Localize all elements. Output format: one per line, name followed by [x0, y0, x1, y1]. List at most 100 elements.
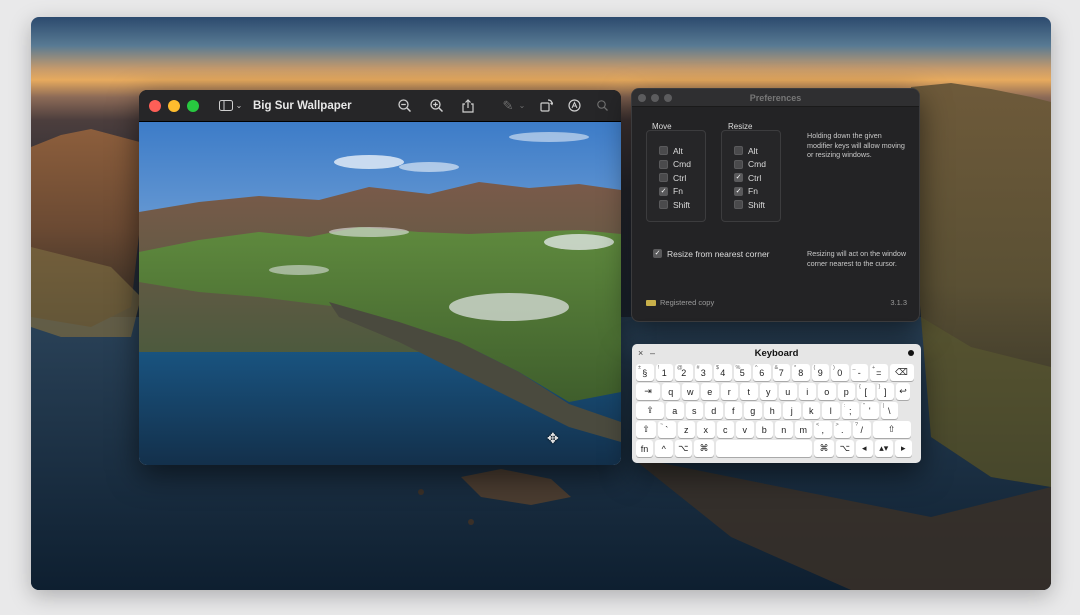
search-icon[interactable] [593, 97, 611, 115]
keyboard-key[interactable]: 0) [831, 364, 849, 381]
keyboard-key[interactable]: a [666, 402, 684, 419]
keyboard-titlebar[interactable]: × – Keyboard [632, 344, 921, 362]
keyboard-key[interactable]: ^ [655, 440, 673, 457]
keyboard-key[interactable]: 6 ^ [753, 364, 771, 381]
resize-option-cmd[interactable]: Cmd [734, 158, 780, 172]
keyboard-key[interactable]: - _ [850, 364, 868, 381]
keyboard-key[interactable]: j [783, 402, 801, 419]
keyboard-viewer-window[interactable]: × – Keyboard § ±1! 2 @3 #4 $5% 6 ^ 7 & 8 * 9(0) - _ = + ⌫… [632, 344, 921, 463]
keyboard-key[interactable]: y [759, 383, 777, 400]
keyboard-key[interactable]: fn [636, 440, 653, 457]
keyboard-key[interactable]: g [744, 402, 762, 419]
annotate-icon[interactable] [565, 97, 583, 115]
keyboard-key[interactable]: . > [833, 421, 851, 438]
nearest-corner-option[interactable]: ✓ Resize from nearest corner [653, 247, 770, 261]
preview-titlebar[interactable]: ⌄ Big Sur Wallpaper ✎ ⌄ [139, 90, 621, 122]
checkbox[interactable] [659, 159, 668, 169]
checkbox[interactable] [734, 159, 743, 169]
keyboard-key[interactable]: k [802, 402, 820, 419]
keyboard-key[interactable]: 1! [655, 364, 673, 381]
keyboard-key[interactable]: ▸ [894, 440, 912, 457]
keyboard-key[interactable]: e [701, 383, 719, 400]
keyboard-key[interactable]: ◂ [855, 440, 873, 457]
keyboard-key[interactable]: ⇧ [636, 421, 656, 438]
keyboard-key[interactable]: f [724, 402, 742, 419]
checkbox[interactable] [734, 146, 743, 156]
chevron-down-icon[interactable]: ⌄ [517, 97, 527, 115]
markup-pen-icon[interactable]: ✎ [499, 97, 517, 115]
chevron-down-icon[interactable]: ⌄ [235, 97, 243, 115]
checkbox[interactable] [659, 146, 668, 156]
checkbox-checked[interactable]: ✓ [734, 173, 743, 183]
keyboard-key[interactable]: , < [814, 421, 832, 438]
keyboard-key[interactable]: x [697, 421, 715, 438]
share-icon[interactable] [459, 97, 477, 115]
keyboard-key[interactable]: s [685, 402, 703, 419]
keyboard-key[interactable]: c [716, 421, 734, 438]
keyboard-key[interactable]: = + [870, 364, 888, 381]
keyboard-key[interactable]: /? [853, 421, 871, 438]
move-option-cmd[interactable]: Cmd [659, 158, 705, 172]
resize-option-alt[interactable]: Alt [734, 144, 780, 158]
sidebar-icon[interactable] [217, 97, 235, 115]
keyboard-key[interactable]: z [677, 421, 695, 438]
keyboard-key[interactable] [716, 440, 812, 457]
zoom-out-icon[interactable] [395, 97, 413, 115]
keyboard-key[interactable]: ▴▾ [875, 440, 893, 457]
keyboard-key[interactable]: ⌥ [674, 440, 692, 457]
checkbox-checked[interactable]: ✓ [653, 249, 662, 259]
keyboard-key[interactable]: u [779, 383, 797, 400]
keyboard-key[interactable]: ⇥ [636, 383, 660, 400]
keyboard-key[interactable]: q [662, 383, 680, 400]
keyboard-key[interactable]: t [740, 383, 758, 400]
keyboard-key[interactable]: 5% [733, 364, 751, 381]
move-option-ctrl[interactable]: Ctrl [659, 171, 705, 185]
keyboard-key[interactable]: ⇪ [636, 402, 664, 419]
keyboard-key[interactable]: ' " [861, 402, 879, 419]
resize-option-fn[interactable]: ✓ Fn [734, 185, 780, 199]
keyboard-key[interactable]: b [755, 421, 773, 438]
keyboard-key[interactable]: v [736, 421, 754, 438]
keyboard-key[interactable]: ;: [841, 402, 859, 419]
keyboard-key[interactable]: 9( [811, 364, 829, 381]
keyboard-key[interactable]: p [837, 383, 855, 400]
zoom-in-icon[interactable] [427, 97, 445, 115]
move-option-fn[interactable]: ✓ Fn [659, 185, 705, 199]
preferences-window[interactable]: Preferences Move Resize Alt Cmd Ctrl ✓ Fn… [631, 88, 920, 322]
keyboard-key[interactable]: ⌫ [889, 364, 914, 381]
keyboard-key[interactable]: [{ [857, 383, 875, 400]
move-option-shift[interactable]: Shift [659, 198, 705, 212]
close-button[interactable] [149, 99, 161, 112]
resize-option-shift[interactable]: Shift [734, 198, 780, 212]
keep-on-top-icon[interactable] [908, 350, 914, 356]
keyboard-key[interactable]: ` ~ [658, 421, 676, 438]
keyboard-key[interactable]: 7 & [772, 364, 790, 381]
checkbox[interactable] [659, 173, 668, 183]
keyboard-key[interactable]: ⌥ [836, 440, 854, 457]
keyboard-key[interactable]: 4 $ [714, 364, 732, 381]
preferences-titlebar[interactable]: Preferences [632, 89, 919, 107]
keyboard-key[interactable]: 8 * [792, 364, 810, 381]
resize-option-ctrl[interactable]: ✓ Ctrl [734, 171, 780, 185]
keyboard-key[interactable]: 3 # [694, 364, 712, 381]
keyboard-key[interactable]: h [763, 402, 781, 419]
checkbox[interactable] [659, 200, 668, 210]
move-option-alt[interactable]: Alt [659, 144, 705, 158]
checkbox-checked[interactable]: ✓ [734, 186, 743, 196]
keyboard-key[interactable]: ↩ [896, 383, 910, 400]
checkbox[interactable] [734, 200, 743, 210]
keyboard-key[interactable]: ⌘ [814, 440, 834, 457]
keyboard-key[interactable]: d [705, 402, 723, 419]
keyboard-key[interactable]: l [822, 402, 840, 419]
zoom-button[interactable] [187, 99, 199, 112]
keyboard-key[interactable]: o [818, 383, 836, 400]
keyboard-key[interactable]: r [720, 383, 738, 400]
keyboard-key[interactable]: 2 @ [675, 364, 693, 381]
keyboard-key[interactable]: § ± [636, 364, 654, 381]
minimize-icon[interactable]: – [650, 348, 662, 358]
keyboard-key[interactable]: n [775, 421, 793, 438]
keyboard-key[interactable]: w [681, 383, 699, 400]
close-icon[interactable]: × [638, 348, 650, 358]
preview-window[interactable]: ⌄ Big Sur Wallpaper ✎ ⌄ [139, 90, 621, 465]
rotate-icon[interactable] [537, 97, 555, 115]
